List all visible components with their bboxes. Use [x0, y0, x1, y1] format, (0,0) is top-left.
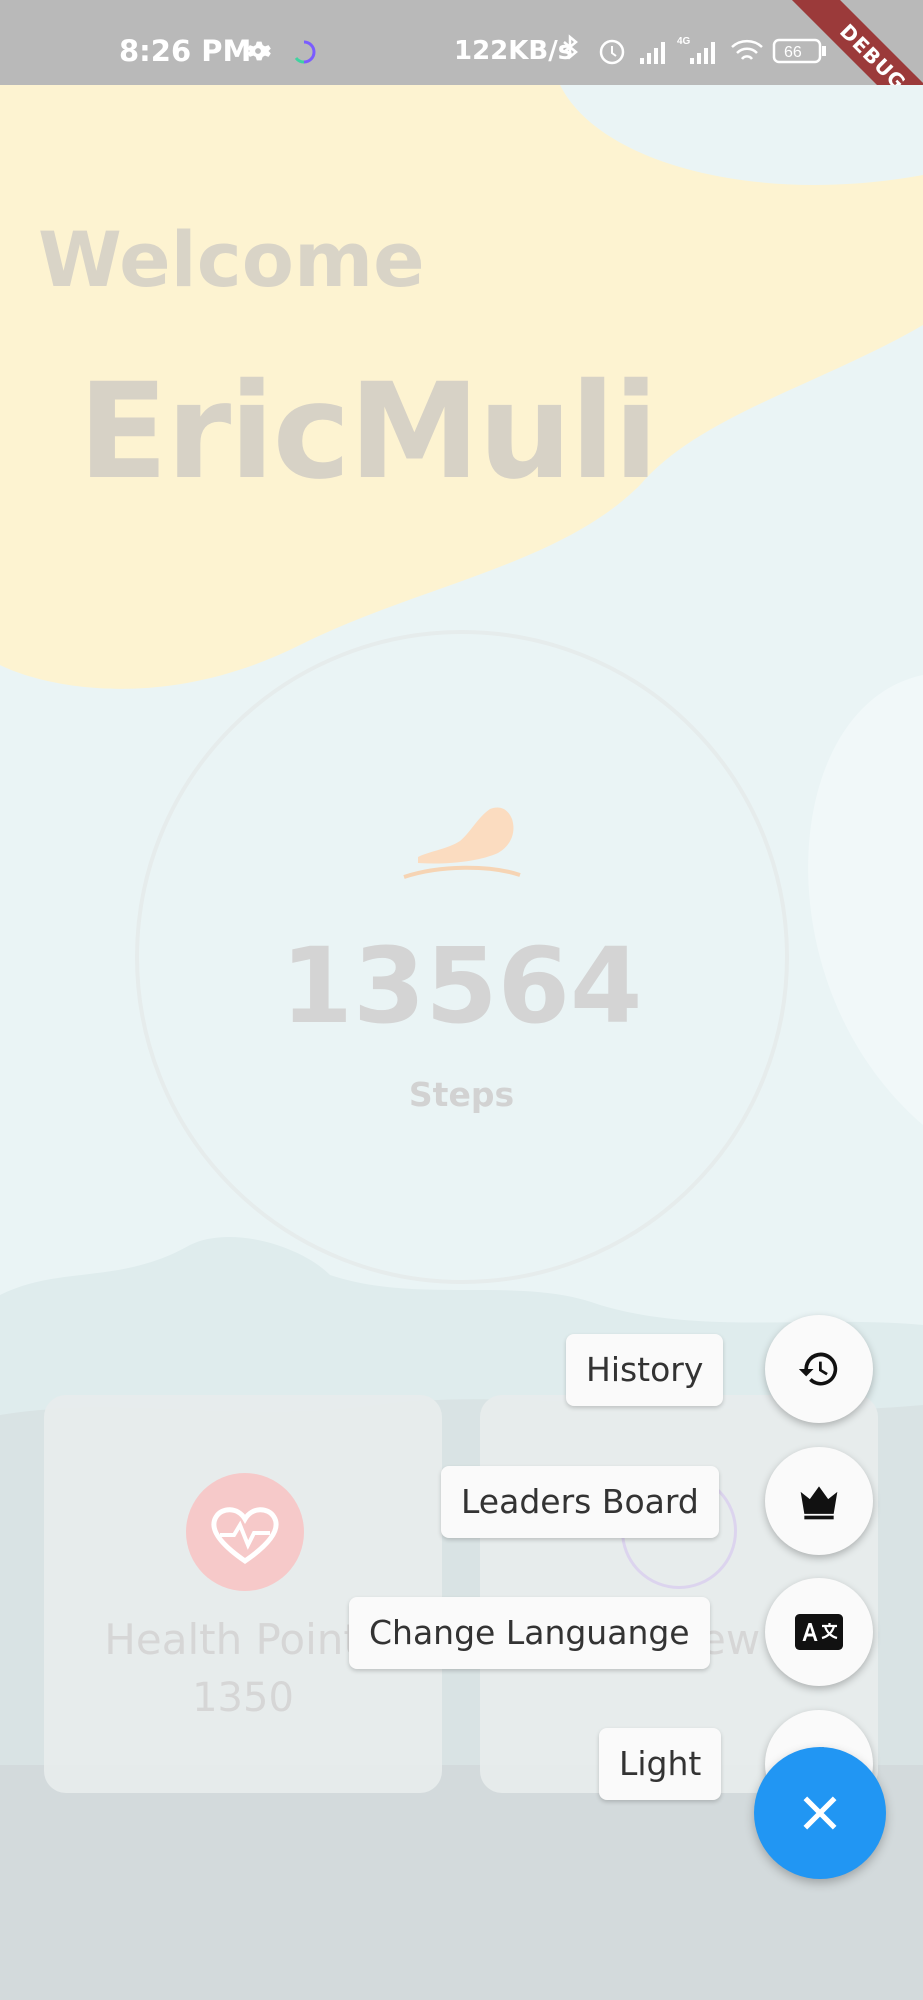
- crown-icon: [800, 1486, 838, 1520]
- status-time: 8:26 PM: [119, 34, 252, 68]
- light-theme-label[interactable]: Light: [599, 1728, 722, 1800]
- battery-level: 66: [784, 44, 802, 61]
- username: EricMuli: [78, 355, 659, 509]
- leaders-board-button[interactable]: [765, 1447, 873, 1555]
- status-bar: 8:26 PM 122KB/s 4G 66 DEBUG: [0, 0, 923, 147]
- heart-pulse-icon: [186, 1473, 304, 1591]
- alarm-icon: [599, 39, 625, 65]
- home-screen: Welcome EricMuli 13564 Steps Health Poin…: [0, 85, 923, 2000]
- history-label[interactable]: History: [566, 1334, 724, 1406]
- app-spinner-icon: [294, 40, 316, 64]
- network-type-label: 4G: [677, 36, 691, 47]
- health-points-card[interactable]: Health Points 1350: [44, 1395, 442, 1793]
- history-icon: [798, 1352, 838, 1386]
- leaders-board-label[interactable]: Leaders Board: [441, 1466, 719, 1538]
- signal-icon: [640, 42, 665, 64]
- settings-icon: [247, 41, 271, 61]
- change-language-label[interactable]: Change Languange: [349, 1597, 710, 1669]
- signal-4g-icon: 4G: [677, 36, 715, 64]
- bluetooth-icon: [563, 34, 578, 60]
- change-language-button[interactable]: [765, 1578, 873, 1686]
- step-label: Steps: [408, 1075, 515, 1114]
- close-icon: [803, 1796, 837, 1830]
- close-speed-dial-button[interactable]: [754, 1747, 886, 1879]
- history-button[interactable]: [765, 1315, 873, 1423]
- step-count: 13564: [280, 925, 643, 1047]
- network-speed: 122KB/s: [454, 36, 574, 66]
- system-icons: 4G 66: [563, 34, 826, 65]
- shoe-icon: [403, 807, 521, 879]
- battery-icon: 66: [772, 38, 826, 64]
- health-points-value: 1350: [192, 1675, 294, 1721]
- translate-icon: [795, 1614, 843, 1650]
- welcome-heading: Welcome: [38, 215, 425, 304]
- wifi-icon: [731, 39, 763, 60]
